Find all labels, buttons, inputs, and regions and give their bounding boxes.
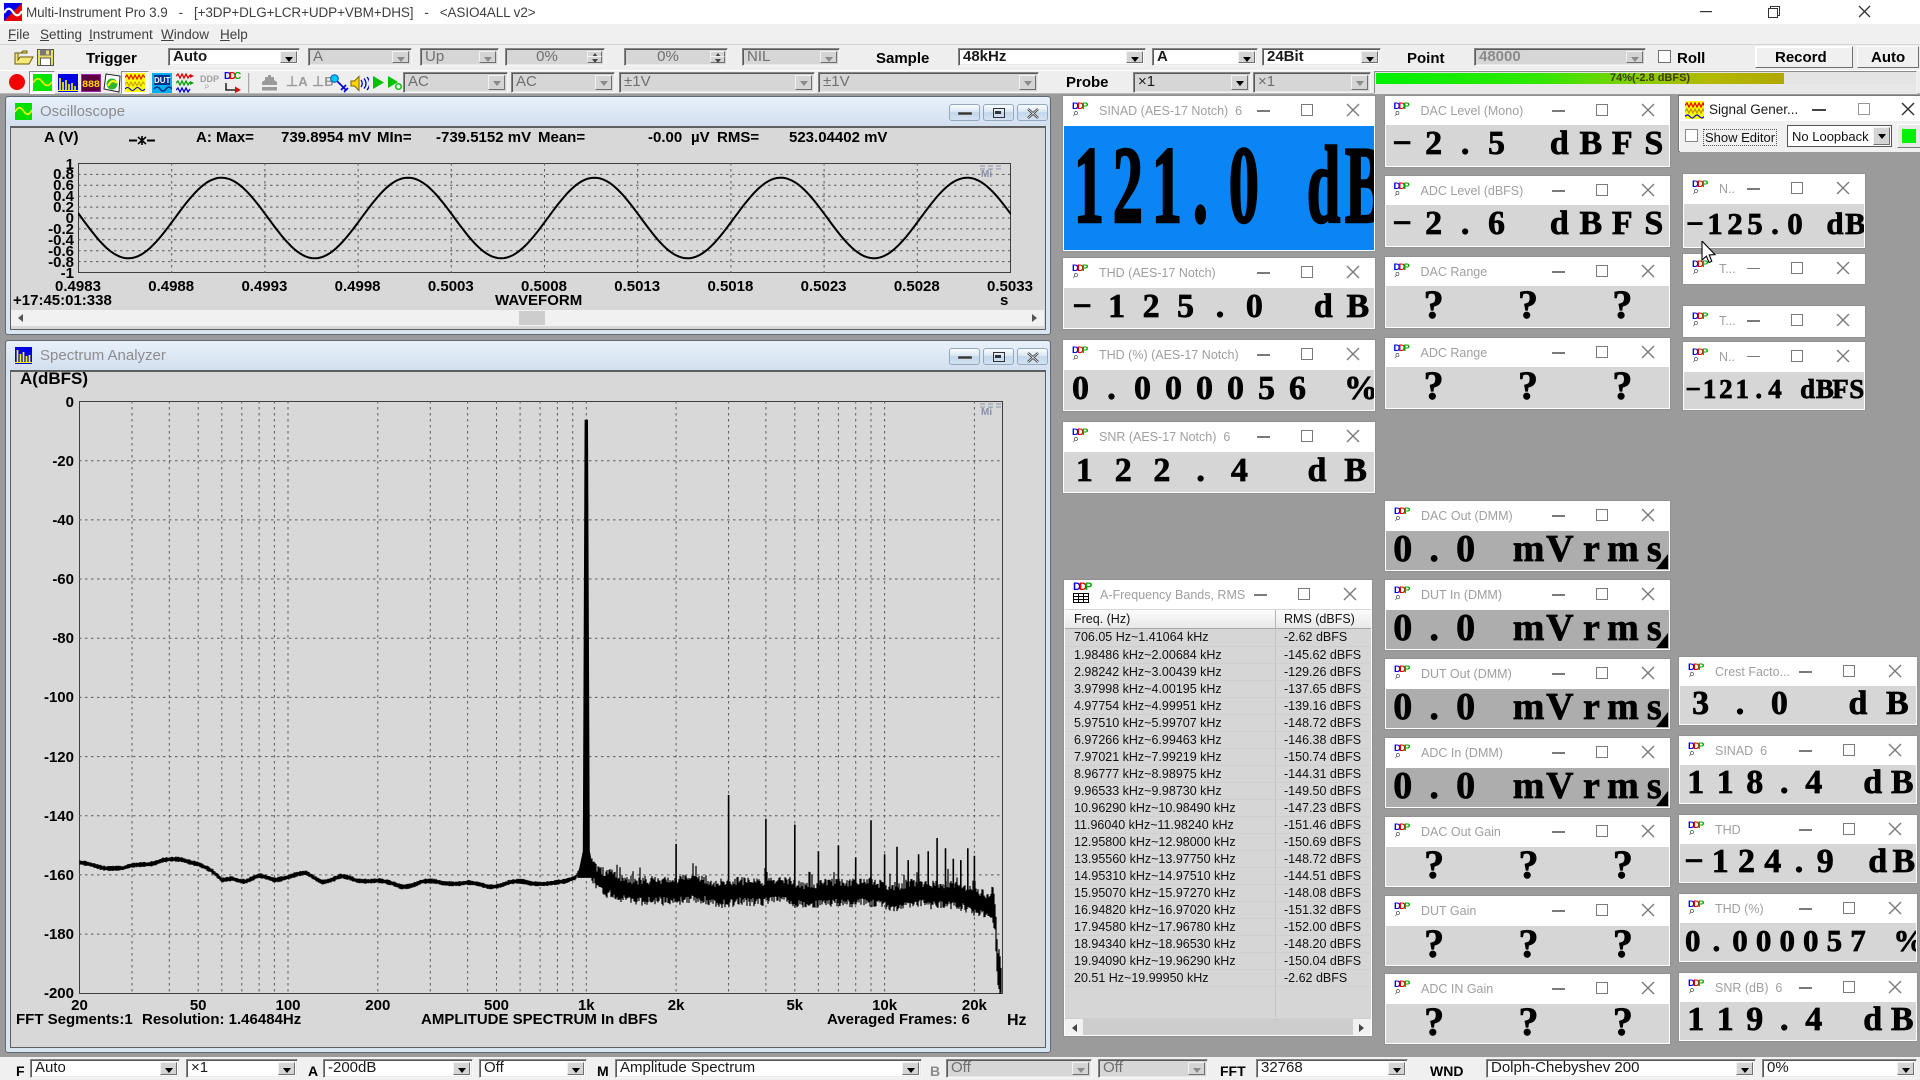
svg-text:Mi: Mi — [981, 407, 992, 416]
svg-text:Mi: Mi — [981, 169, 992, 178]
svg-text:DUT: DUT — [154, 76, 171, 85]
svg-text:888: 888 — [82, 79, 100, 91]
